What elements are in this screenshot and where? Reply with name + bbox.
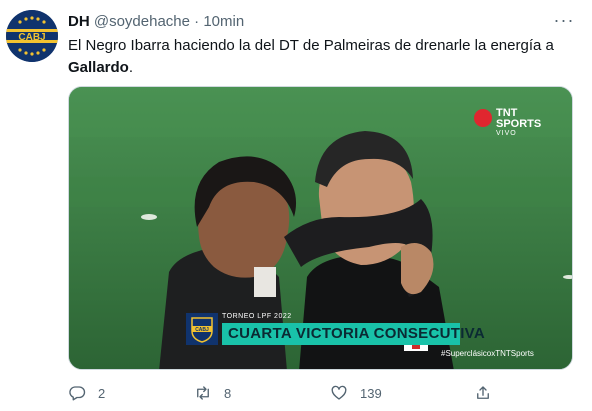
share-icon bbox=[477, 386, 489, 399]
broadcaster-logo: TNT SPORTS VIVO bbox=[474, 107, 542, 141]
tweet-card[interactable]: CABJ DH @soydehache · 10min ··· El Negro… bbox=[0, 0, 592, 411]
separator-dot: · bbox=[194, 13, 200, 30]
reply-button[interactable]: 2 bbox=[68, 382, 105, 404]
retweet-count: 8 bbox=[224, 385, 232, 401]
tournament-label: TORNEO LPF 2022 bbox=[222, 313, 292, 320]
broadcaster-line2: SPORTS bbox=[496, 118, 542, 130]
avatar[interactable]: CABJ bbox=[6, 10, 58, 62]
headline-bar: CUARTA VICTORIA CONSECUTIVA bbox=[222, 323, 485, 345]
tweet-header: DH @soydehache · 10min bbox=[68, 12, 244, 32]
tnt-logo-icon bbox=[474, 109, 492, 127]
badge-label: CABJ bbox=[195, 327, 209, 333]
retweet-icon bbox=[197, 386, 209, 400]
broadcaster-line3: VIVO bbox=[496, 130, 517, 137]
retweet-button[interactable]: 8 bbox=[194, 382, 231, 404]
like-count: 139 bbox=[360, 385, 382, 401]
action-bar: 2 8 139 bbox=[68, 378, 573, 408]
cabj-badge-icon: CABJ bbox=[186, 313, 218, 345]
hashtag-overlay: #SuperclásicoxTNTSports bbox=[441, 349, 534, 358]
tweet-media[interactable]: TNT SPORTS VIVO CABJ TORNEO LPF 2022 CUA… bbox=[68, 86, 573, 370]
more-icon[interactable]: ··· bbox=[552, 11, 576, 32]
lower-third: CABJ TORNEO LPF 2022 CUARTA VICTORIA CON… bbox=[186, 313, 485, 345]
svg-text:CABJ: CABJ bbox=[18, 32, 45, 43]
reply-icon bbox=[69, 386, 86, 401]
like-button[interactable]: 139 bbox=[330, 382, 382, 404]
display-name[interactable]: DH bbox=[68, 13, 90, 30]
tweet-text: El Negro Ibarra haciendo la del DT de Pa… bbox=[68, 35, 573, 79]
tweet-text-part1: El Negro Ibarra haciendo la del DT de Pa… bbox=[68, 37, 554, 54]
tweet-text-part2: . bbox=[128, 59, 134, 76]
heart-icon bbox=[331, 385, 347, 400]
tweet-time[interactable]: 10min bbox=[203, 13, 244, 30]
cabj-crest-icon: CABJ bbox=[6, 10, 58, 62]
reply-count: 2 bbox=[98, 385, 106, 401]
user-handle[interactable]: @soydehache bbox=[94, 13, 190, 30]
tweet-text-mention: Gallardo bbox=[68, 59, 129, 76]
share-button[interactable] bbox=[474, 382, 504, 404]
